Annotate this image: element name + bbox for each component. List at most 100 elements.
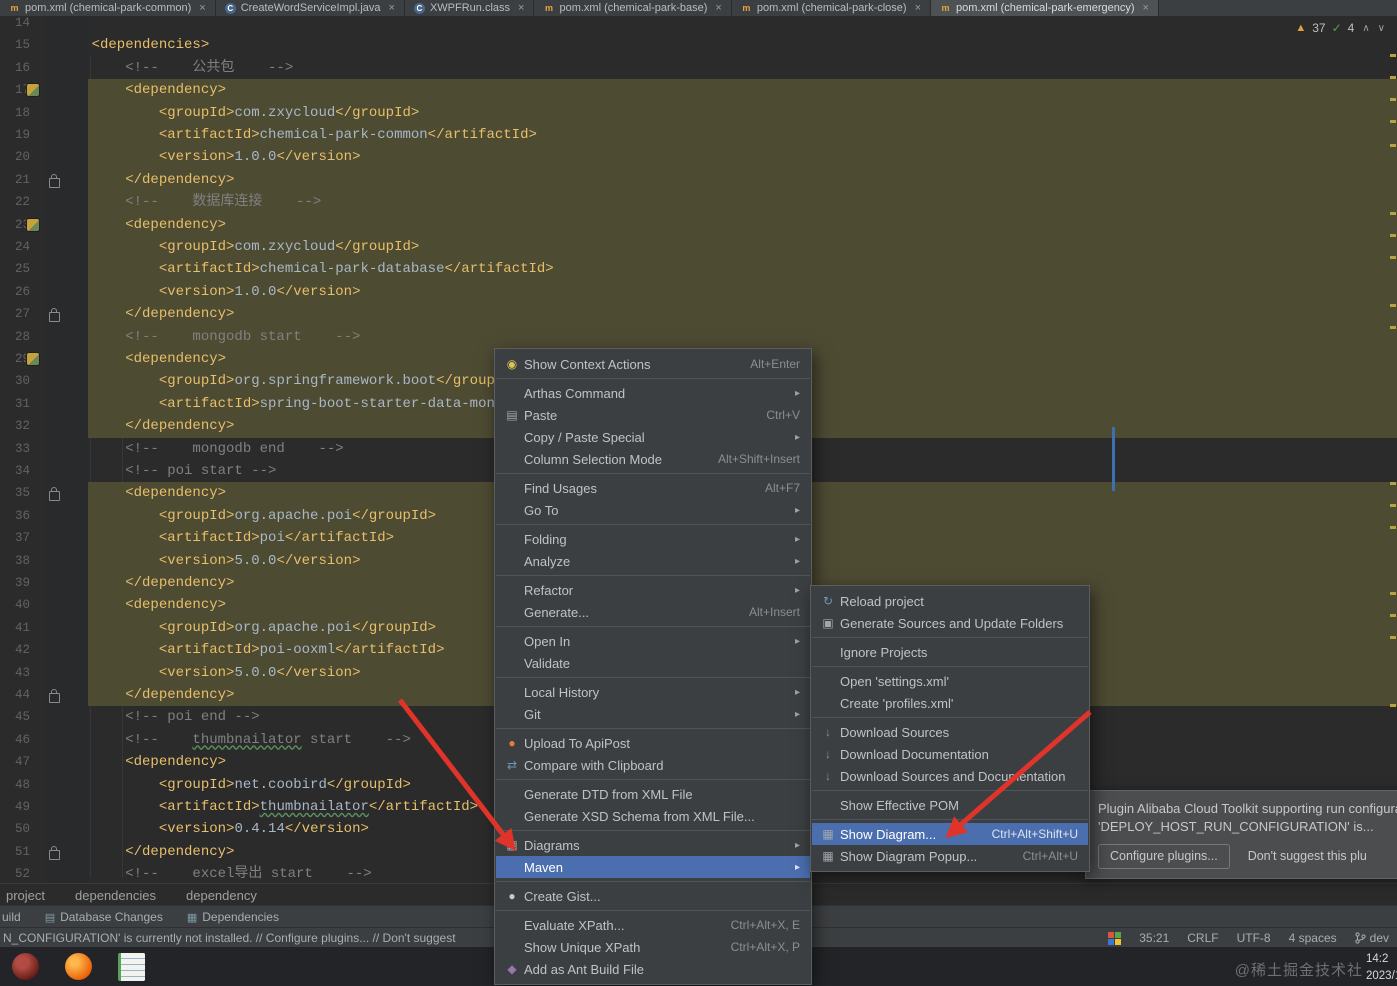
configure-plugins-button[interactable]: Configure plugins... — [1098, 844, 1230, 869]
code-line[interactable]: 18 <groupId>com.zxycloud</groupId> — [0, 101, 1397, 124]
menu-item-open-in[interactable]: Open In ▸ — [496, 630, 810, 652]
notepad-icon[interactable] — [118, 952, 145, 981]
gutter-annotation-icon[interactable] — [27, 353, 39, 365]
code-line[interactable]: 17 <dependency> — [0, 79, 1397, 102]
gutter-lock-icon[interactable] — [49, 173, 60, 188]
tab-close-icon[interactable]: × — [389, 2, 395, 14]
menu-item-refactor[interactable]: Refactor ▸ — [496, 579, 810, 601]
toolkit-icon[interactable] — [1108, 931, 1122, 945]
menu-item-show-effective-pom[interactable]: Show Effective POM — [812, 794, 1088, 816]
stripe-mark[interactable] — [1390, 54, 1396, 57]
line-ending[interactable]: CRLF — [1187, 931, 1218, 945]
menu-item-evaluate-xpath[interactable]: Evaluate XPath... Ctrl+Alt+X, E — [496, 914, 810, 936]
menu-item-maven[interactable]: Maven ▸ — [496, 856, 810, 878]
code-line[interactable]: 22 <!-- 数据库连接 --> — [0, 191, 1397, 214]
stripe-mark[interactable] — [1390, 614, 1396, 617]
stripe-mark[interactable] — [1390, 704, 1396, 707]
menu-item-validate[interactable]: Validate — [496, 652, 810, 674]
prev-problem-icon[interactable]: ∧ — [1362, 23, 1369, 34]
menu-item-show-context-actions[interactable]: ◉ Show Context Actions Alt+Enter — [496, 353, 810, 375]
menu-item-generate-dtd-from-xml-file[interactable]: Generate DTD from XML File — [496, 783, 810, 805]
code-line[interactable]: 28 <!-- mongodb start --> — [0, 325, 1397, 348]
stripe-mark[interactable] — [1390, 526, 1396, 529]
code-line[interactable]: 21 </dependency> — [0, 168, 1397, 192]
inspections-widget[interactable]: ▲ 37 ✓ 4 ∧ ∨ — [1295, 21, 1385, 35]
menu-item-upload-to-apipost[interactable]: ● Upload To ApiPost — [496, 732, 810, 754]
stripe-mark[interactable] — [1390, 98, 1396, 101]
menu-item-folding[interactable]: Folding ▸ — [496, 528, 810, 550]
stripe-mark[interactable] — [1390, 234, 1396, 237]
code-line[interactable]: 27 </dependency> — [0, 303, 1397, 326]
error-stripe[interactable] — [1388, 16, 1397, 883]
gutter-lock-icon[interactable] — [49, 308, 60, 323]
tab-close-icon[interactable]: × — [1143, 2, 1149, 14]
menu-item-show-diagram-popup[interactable]: ▦ Show Diagram Popup... Ctrl+Alt+U — [812, 845, 1088, 867]
taskbar-clock[interactable]: 14:2 2023/1 — [1366, 951, 1397, 984]
menu-item-compare-with-clipboard[interactable]: ⇄ Compare with Clipboard — [496, 754, 810, 776]
tool-window-tab-dependencies[interactable]: ▦ Dependencies — [187, 910, 279, 924]
tab-close-icon[interactable]: × — [518, 2, 524, 14]
code-line[interactable]: 23 <dependency> — [0, 213, 1397, 236]
menu-item-download-sources-and-documentation[interactable]: ↓ Download Sources and Documentation — [812, 765, 1088, 787]
menu-item-show-unique-xpath[interactable]: Show Unique XPath Ctrl+Alt+X, P — [496, 936, 810, 958]
code-line[interactable]: 25 <artifactId>chemical-park-database</a… — [0, 258, 1397, 281]
menu-item-reload-project[interactable]: ↻ Reload project — [812, 590, 1088, 612]
stripe-mark[interactable] — [1390, 304, 1396, 307]
stripe-mark[interactable] — [1390, 212, 1396, 215]
menu-item-download-documentation[interactable]: ↓ Download Documentation — [812, 743, 1088, 765]
editor-tab[interactable]: m pom.xml (chemical-park-close) × — [732, 0, 932, 16]
code-line[interactable]: 20 <version>1.0.0</version> — [0, 146, 1397, 169]
indent-size[interactable]: 4 spaces — [1289, 931, 1337, 945]
file-encoding[interactable]: UTF-8 — [1237, 931, 1271, 945]
stripe-mark[interactable] — [1390, 120, 1396, 123]
editor-tab[interactable]: m pom.xml (chemical-park-base) × — [534, 0, 732, 16]
code-line[interactable]: 16 <!-- 公共包 --> — [0, 57, 1397, 79]
breadcrumb-item[interactable]: dependencies — [75, 888, 156, 903]
gutter-lock-icon[interactable] — [49, 845, 60, 860]
menu-item-create-profiles-xml[interactable]: Create 'profiles.xml' — [812, 692, 1088, 714]
tab-close-icon[interactable]: × — [915, 2, 921, 14]
code-line[interactable]: 26 <version>1.0.0</version> — [0, 280, 1397, 304]
dont-suggest-button[interactable]: Don't suggest this plu — [1248, 848, 1367, 865]
menu-item-show-diagram[interactable]: ▦ Show Diagram... Ctrl+Alt+Shift+U — [812, 823, 1088, 845]
menu-item-diagrams[interactable]: ▦ Diagrams ▸ — [496, 834, 810, 856]
next-problem-icon[interactable]: ∨ — [1378, 23, 1385, 34]
code-line[interactable]: 19 <artifactId>chemical-park-common</art… — [0, 124, 1397, 147]
menu-item-ignore-projects[interactable]: Ignore Projects — [812, 641, 1088, 663]
breadcrumb-item[interactable]: project — [6, 888, 45, 903]
gutter-annotation-icon[interactable] — [27, 84, 39, 97]
editor-tab[interactable]: C XWPFRun.class × — [405, 0, 535, 16]
tab-close-icon[interactable]: × — [199, 2, 205, 14]
menu-item-create-gist[interactable]: ● Create Gist... — [496, 885, 810, 907]
stripe-mark[interactable] — [1390, 592, 1396, 595]
editor-tab[interactable]: C CreateWordServiceImpl.java × — [216, 0, 405, 16]
tool-window-tab-database-changes[interactable]: ▤ Database Changes — [45, 910, 163, 924]
menu-item-generate-sources-and-update-folders[interactable]: ▣ Generate Sources and Update Folders — [812, 612, 1088, 634]
menu-item-go-to[interactable]: Go To ▸ — [496, 499, 810, 521]
stripe-mark[interactable] — [1390, 504, 1396, 507]
menu-item-analyze[interactable]: Analyze ▸ — [496, 550, 810, 572]
menu-item-paste[interactable]: ▤ Paste Ctrl+V — [496, 404, 810, 426]
code-line[interactable]: 15 <dependencies> — [0, 34, 1397, 56]
menu-item-arthas-command[interactable]: Arthas Command ▸ — [496, 382, 810, 404]
stripe-mark[interactable] — [1390, 482, 1396, 485]
menu-item-download-sources[interactable]: ↓ Download Sources — [812, 721, 1088, 743]
editor-tab[interactable]: m pom.xml (chemical-park-emergency) × — [931, 0, 1159, 16]
gutter-lock-icon[interactable] — [49, 487, 60, 502]
stripe-mark[interactable] — [1390, 326, 1396, 329]
stripe-mark[interactable] — [1390, 636, 1396, 639]
menu-item-generate-xsd-schema-from-xml-file[interactable]: Generate XSD Schema from XML File... — [496, 805, 810, 827]
menu-item-find-usages[interactable]: Find Usages Alt+F7 — [496, 477, 810, 499]
menu-item-column-selection-mode[interactable]: Column Selection Mode Alt+Shift+Insert — [496, 448, 810, 470]
menu-item-local-history[interactable]: Local History ▸ — [496, 681, 810, 703]
git-branch[interactable]: dev — [1355, 931, 1389, 945]
menu-item-generate[interactable]: Generate... Alt+Insert — [496, 601, 810, 623]
browser-red-icon[interactable] — [12, 953, 39, 980]
caret-position[interactable]: 35:21 — [1139, 931, 1169, 945]
editor-tab[interactable]: m pom.xml (chemical-park-common) × — [0, 0, 216, 16]
menu-item-copy-paste-special[interactable]: Copy / Paste Special ▸ — [496, 426, 810, 448]
gutter-lock-icon[interactable] — [49, 689, 60, 703]
code-line[interactable]: 24 <groupId>com.zxycloud</groupId> — [0, 236, 1397, 259]
tab-close-icon[interactable]: × — [715, 2, 721, 14]
breadcrumb-item[interactable]: dependency — [186, 888, 257, 903]
